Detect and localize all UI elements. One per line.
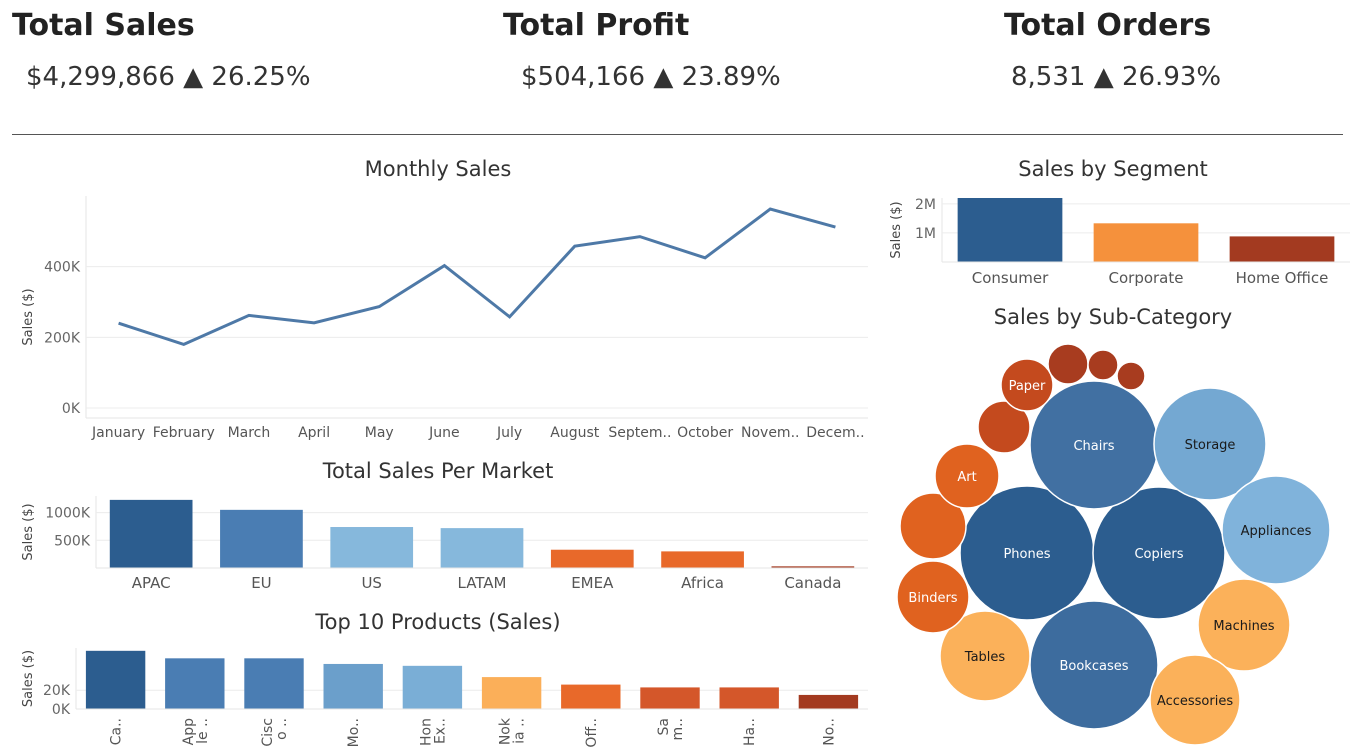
market-bar [109,499,193,568]
products-x-tick-label: Ha.. [742,718,758,746]
products-bar [640,687,700,709]
products-y-tick-label: 0K [52,702,71,718]
monthly-x-tick-label: June [428,425,460,441]
segment-bar [1093,223,1199,262]
market-y-tick-label: 500K [54,533,91,549]
market-bar [330,527,414,568]
products-bar [719,687,779,709]
monthly-y-tick-label: 400K [44,260,81,276]
products-y-axis-label: Sales ($) [21,650,36,707]
subcategory-bubble-label: Phones [1003,547,1050,562]
market-x-tick-label: EMEA [571,574,614,592]
market-title: Total Sales Per Market [322,459,554,483]
monthly-y-axis-label: Sales ($) [21,288,36,345]
subcategory-bubble-label: Accessories [1157,694,1233,709]
monthly-x-tick-label: Septem.. [608,425,671,441]
segment-y-axis-label: Sales ($) [889,201,904,258]
products-x-tick-label: le .. [195,718,211,744]
segment-y-tick-label: 1M [915,226,936,242]
segment-x-tick-label: Home Office [1236,269,1329,287]
monthly-x-tick-label: April [298,425,330,441]
monthly-sales-line [118,207,836,347]
monthly-x-tick-label: Decem.. [806,425,864,441]
segment-x-tick-label: Consumer [972,269,1049,287]
segment-y-tick-label: 2M [915,197,936,213]
products-bar [798,694,859,709]
monthly-x-tick-label: October [677,425,733,441]
products-x-tick-label: Ex.. [432,718,448,744]
subcategory-bubble-label: Paper [1009,379,1046,394]
subcategory-bubble-label: Tables [964,650,1006,665]
monthly-y-tick-label: 0K [62,401,81,417]
segment-bar [957,198,1063,262]
subcategory-bubble-label: Storage [1185,438,1236,453]
monthly-x-tick-label: March [228,425,271,441]
products-x-tick-label: Ca.. [109,718,125,745]
subcategory-bubble [1087,349,1119,381]
subcategory-bubble-label: Copiers [1134,547,1183,562]
products-bar [402,665,463,709]
monthly-x-tick-label: August [550,425,600,441]
market-bar [440,528,524,568]
subcategory-title: Sales by Sub-Category [994,305,1232,329]
monthly-x-tick-label: February [153,425,215,441]
subcategory-bubble-label: Machines [1213,619,1274,634]
products-x-tick-label: o .. [274,718,290,740]
monthly-sales-title: Monthly Sales [365,157,512,181]
products-x-tick-label: m.. [670,718,686,741]
products-bar [481,677,542,709]
subcategory-bubble-label: Binders [908,591,957,606]
market-bar [550,549,634,568]
products-x-tick-label: No.. [821,718,837,746]
products-y-tick-label: 20K [43,683,71,699]
market-bar [220,509,303,568]
subcategory-bubble-label: Art [957,470,976,485]
market-x-tick-label: APAC [132,574,171,592]
market-x-tick-label: LATAM [458,574,507,592]
subcategory-bubble [1116,361,1146,391]
market-x-tick-label: Canada [784,574,841,592]
products-x-tick-label: Off.. [584,718,600,748]
market-y-tick-label: 1000K [45,506,91,522]
segment-x-tick-label: Corporate [1109,269,1184,287]
market-bar [661,551,744,568]
products-bar [85,650,146,709]
products-bar [165,658,225,709]
monthly-y-tick-label: 200K [44,330,81,346]
subcategory-bubble-label: Chairs [1073,439,1114,454]
products-bar [323,663,383,709]
products-x-tick-label: Mo.. [346,718,362,747]
dashboard-charts: Monthly Sales 0K 200K 400K Sales ($) January F… [21,157,1350,748]
monthly-x-tick-label: May [365,425,394,441]
subcategory-bubble-label: Bookcases [1059,659,1128,674]
subcategory-bubble-label: Appliances [1241,524,1312,539]
segment-title: Sales by Segment [1018,157,1208,181]
products-x-tick-label: ia .. [512,718,528,744]
market-x-tick-label: US [361,574,382,592]
products-bar [244,658,304,709]
subcategory-bubble [1047,343,1089,385]
products-bar [561,684,621,709]
monthly-x-tick-label: Novem.. [741,425,799,441]
monthly-x-tick-label: January [91,425,145,441]
market-x-tick-label: EU [251,574,271,592]
monthly-x-tick-label: July [496,425,522,441]
market-y-axis-label: Sales ($) [21,503,36,560]
segment-bar [1229,236,1335,262]
market-x-tick-label: Africa [681,574,724,592]
products-title: Top 10 Products (Sales) [314,610,560,634]
